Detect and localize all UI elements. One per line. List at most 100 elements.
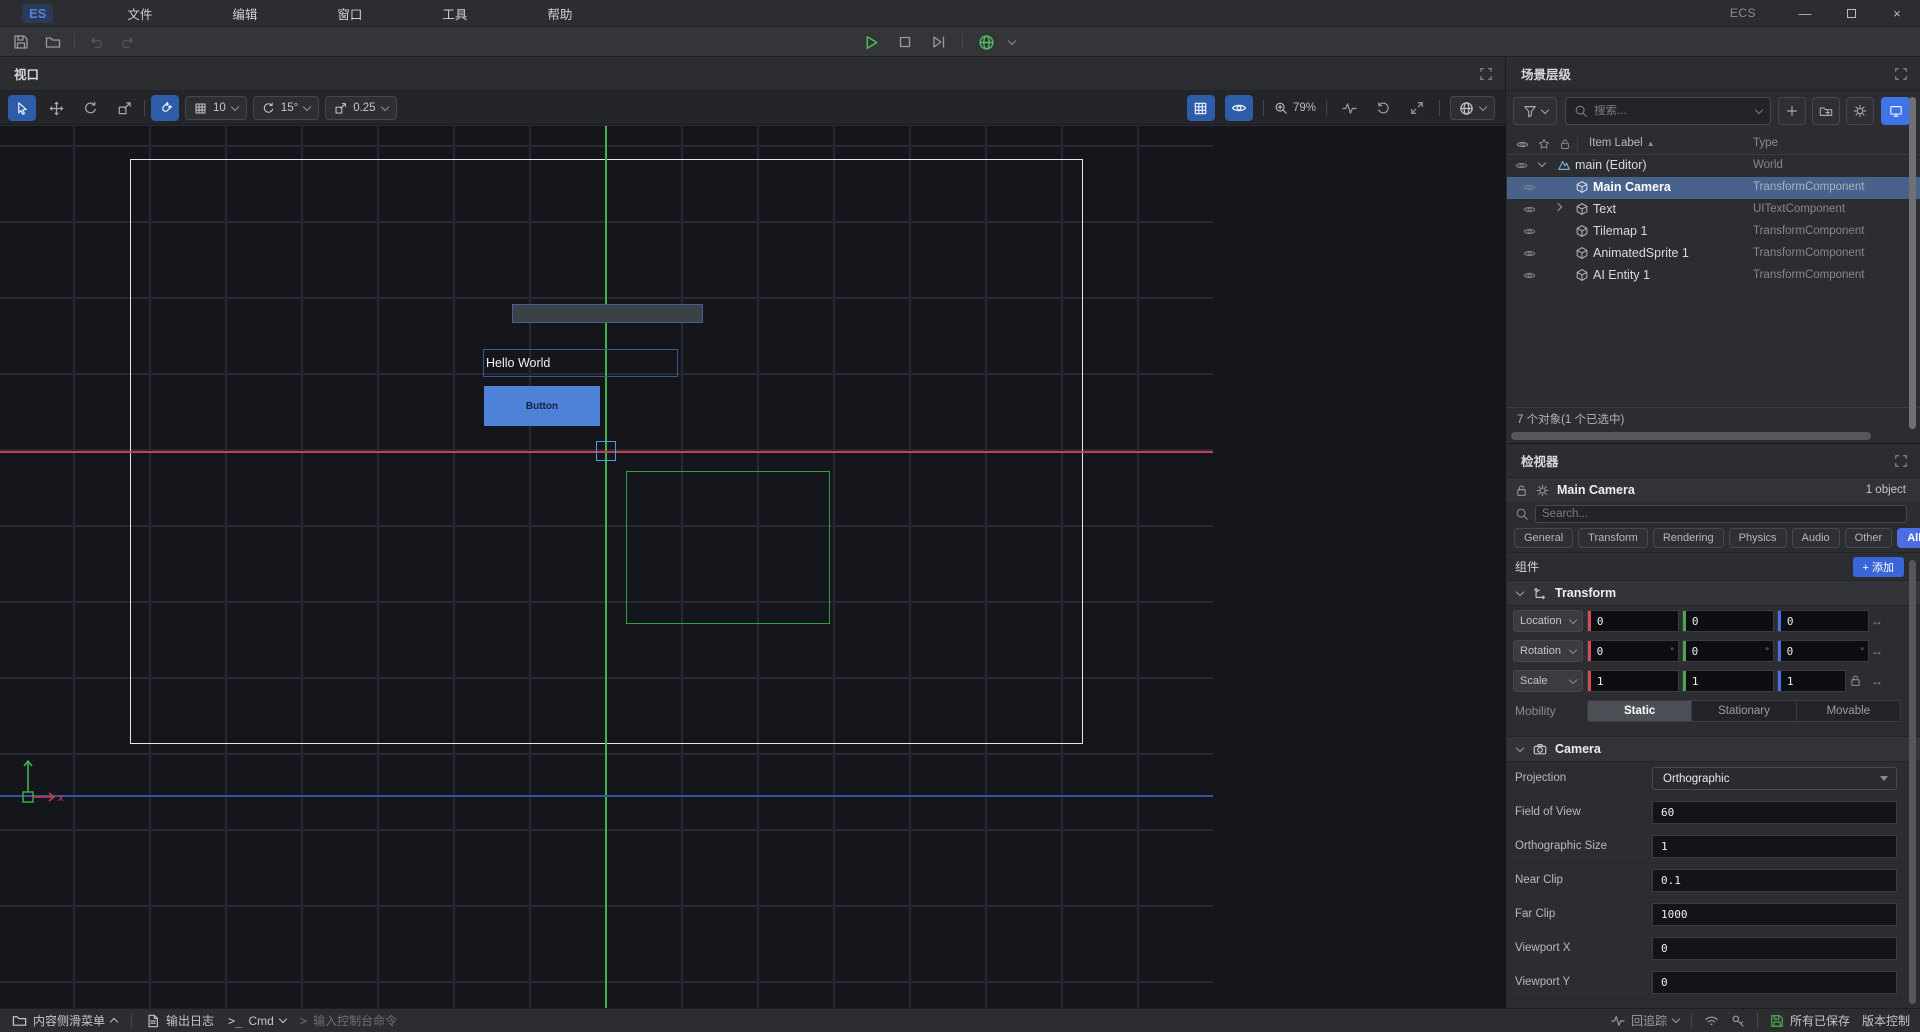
snap-toggle-button[interactable] <box>151 95 179 121</box>
close-button[interactable]: × <box>1874 0 1920 27</box>
orthographic-size-input[interactable] <box>1652 835 1897 858</box>
ui-text-widget[interactable]: Hello World <box>483 349 678 377</box>
ui-button-widget[interactable]: Button <box>484 386 600 426</box>
cmd-dropdown[interactable]: >_ Cmd <box>228 1009 286 1032</box>
menu-window[interactable]: 窗口 <box>297 0 402 27</box>
app-logo[interactable]: ES <box>22 4 53 23</box>
zoom-indicator[interactable]: 79% <box>1274 101 1316 115</box>
link-arrows-icon[interactable]: ↔ <box>1871 674 1883 688</box>
horizontal-scrollbar[interactable] <box>1511 432 1871 440</box>
console-input[interactable]: > 输入控制台命令 <box>300 1009 397 1032</box>
redo-button[interactable] <box>117 31 139 53</box>
tab-all[interactable]: All <box>1897 528 1920 548</box>
run-target-dropdown[interactable] <box>975 31 997 53</box>
step-button[interactable] <box>928 31 950 53</box>
open-button[interactable] <box>42 31 64 53</box>
far-clip-input[interactable] <box>1652 903 1897 926</box>
gear-icon[interactable] <box>1536 484 1549 497</box>
column-type[interactable]: Type <box>1753 137 1778 149</box>
scale-z-field[interactable] <box>1777 670 1846 692</box>
link-arrows-icon[interactable]: ↔ <box>1871 644 1883 658</box>
field-of-view-input[interactable] <box>1652 801 1897 824</box>
minimize-button[interactable]: — <box>1782 0 1828 27</box>
location-dropdown[interactable]: Location <box>1513 610 1583 632</box>
trace-dropdown[interactable]: 回追踪 <box>1611 1009 1679 1032</box>
runtime-view-button[interactable] <box>1881 97 1910 125</box>
tab-physics[interactable]: Physics <box>1729 528 1787 548</box>
chevron-down-icon[interactable] <box>1755 105 1763 113</box>
menu-edit[interactable]: 编辑 <box>192 0 297 27</box>
stats-button[interactable] <box>1337 96 1361 120</box>
menu-file[interactable]: 文件 <box>87 0 192 27</box>
grid-toggle-button[interactable] <box>1187 95 1215 121</box>
fullscreen-button[interactable] <box>1405 96 1429 120</box>
content-drawer-button[interactable]: 内容侧滑菜单 <box>12 1009 117 1032</box>
tab-audio[interactable]: Audio <box>1792 528 1840 548</box>
reset-view-button[interactable] <box>1371 96 1395 120</box>
save-button[interactable] <box>10 31 32 53</box>
transform-section-header[interactable]: Transform <box>1507 580 1920 606</box>
link-arrows-icon[interactable]: ↔ <box>1871 614 1883 628</box>
location-x-field[interactable] <box>1587 610 1679 632</box>
mobility-stationary[interactable]: Stationary <box>1692 701 1796 721</box>
hierarchy-row-text[interactable]: Text UITextComponent <box>1507 199 1920 221</box>
hierarchy-row-world[interactable]: main (Editor) World <box>1507 155 1920 177</box>
ui-panel-widget[interactable] <box>512 304 703 323</box>
scale-x-field[interactable] <box>1587 670 1679 692</box>
rotation-snap-dropdown[interactable]: 15° <box>253 96 319 120</box>
viewport-y-input[interactable] <box>1652 971 1897 994</box>
stop-button[interactable] <box>894 31 916 53</box>
eye-icon[interactable] <box>1523 181 1536 194</box>
eye-icon[interactable] <box>1523 269 1536 282</box>
eye-icon[interactable] <box>1523 203 1536 216</box>
hierarchy-row-animatedsprite[interactable]: AnimatedSprite 1 TransformComponent <box>1507 243 1920 265</box>
vertical-scrollbar[interactable] <box>1909 97 1916 429</box>
camera-section-header[interactable]: Camera <box>1507 736 1920 762</box>
location-y-field[interactable] <box>1682 610 1774 632</box>
filter-dropdown[interactable] <box>1513 97 1557 125</box>
move-tool-button[interactable] <box>42 95 70 121</box>
vertical-scrollbar[interactable] <box>1909 560 1916 1004</box>
maximize-panel-icon[interactable] <box>1894 67 1908 81</box>
star-icon[interactable] <box>1538 138 1550 150</box>
tab-rendering[interactable]: Rendering <box>1653 528 1724 548</box>
version-control-button[interactable]: 版本控制 <box>1862 1009 1910 1032</box>
rotation-z-field[interactable]: ° <box>1777 640 1869 662</box>
hierarchy-row-main-camera[interactable]: Main Camera TransformComponent <box>1507 177 1920 199</box>
scale-tool-button[interactable] <box>110 95 138 121</box>
column-item-label[interactable]: Item Label▲ <box>1589 137 1655 149</box>
undo-button[interactable] <box>85 31 107 53</box>
lock-icon[interactable] <box>1515 484 1528 497</box>
maximize-panel-icon[interactable] <box>1479 67 1493 81</box>
scale-dropdown[interactable]: Scale <box>1513 670 1583 692</box>
hierarchy-row-tilemap[interactable]: Tilemap 1 TransformComponent <box>1507 221 1920 243</box>
uniform-scale-lock-icon[interactable] <box>1849 674 1862 687</box>
grid-snap-dropdown[interactable]: 10 <box>185 96 247 120</box>
menu-help[interactable]: 帮助 <box>507 0 612 27</box>
mobility-static[interactable]: Static <box>1588 701 1692 721</box>
projection-select[interactable]: Orthographic <box>1652 767 1897 790</box>
world-dropdown[interactable] <box>1450 96 1495 120</box>
add-folder-button[interactable] <box>1812 97 1840 125</box>
mobility-movable[interactable]: Movable <box>1797 701 1900 721</box>
lock-icon[interactable] <box>1559 138 1571 150</box>
viewport-x-input[interactable] <box>1652 937 1897 960</box>
output-log-button[interactable]: 输出日志 <box>146 1009 214 1032</box>
tab-general[interactable]: General <box>1514 528 1573 548</box>
rotation-dropdown[interactable]: Rotation <box>1513 640 1583 662</box>
save-status[interactable]: 所有已保存 <box>1770 1009 1850 1032</box>
add-component-button[interactable]: + 添加 <box>1853 557 1904 577</box>
add-entity-button[interactable] <box>1778 97 1806 125</box>
select-tool-button[interactable] <box>8 95 36 121</box>
maximize-button[interactable] <box>1828 0 1874 27</box>
eye-icon[interactable] <box>1523 247 1536 260</box>
scene-canvas[interactable]: Hello World Button x <box>0 126 1506 1008</box>
tab-transform[interactable]: Transform <box>1578 528 1648 548</box>
inspector-search-input[interactable] <box>1535 505 1907 523</box>
menu-tools[interactable]: 工具 <box>402 0 507 27</box>
play-button[interactable] <box>860 31 882 53</box>
gizmo-visibility-button[interactable] <box>1225 95 1253 121</box>
scale-snap-dropdown[interactable]: 0.25 <box>325 96 396 120</box>
chevron-down-icon[interactable] <box>1008 36 1016 44</box>
maximize-panel-icon[interactable] <box>1894 454 1908 468</box>
